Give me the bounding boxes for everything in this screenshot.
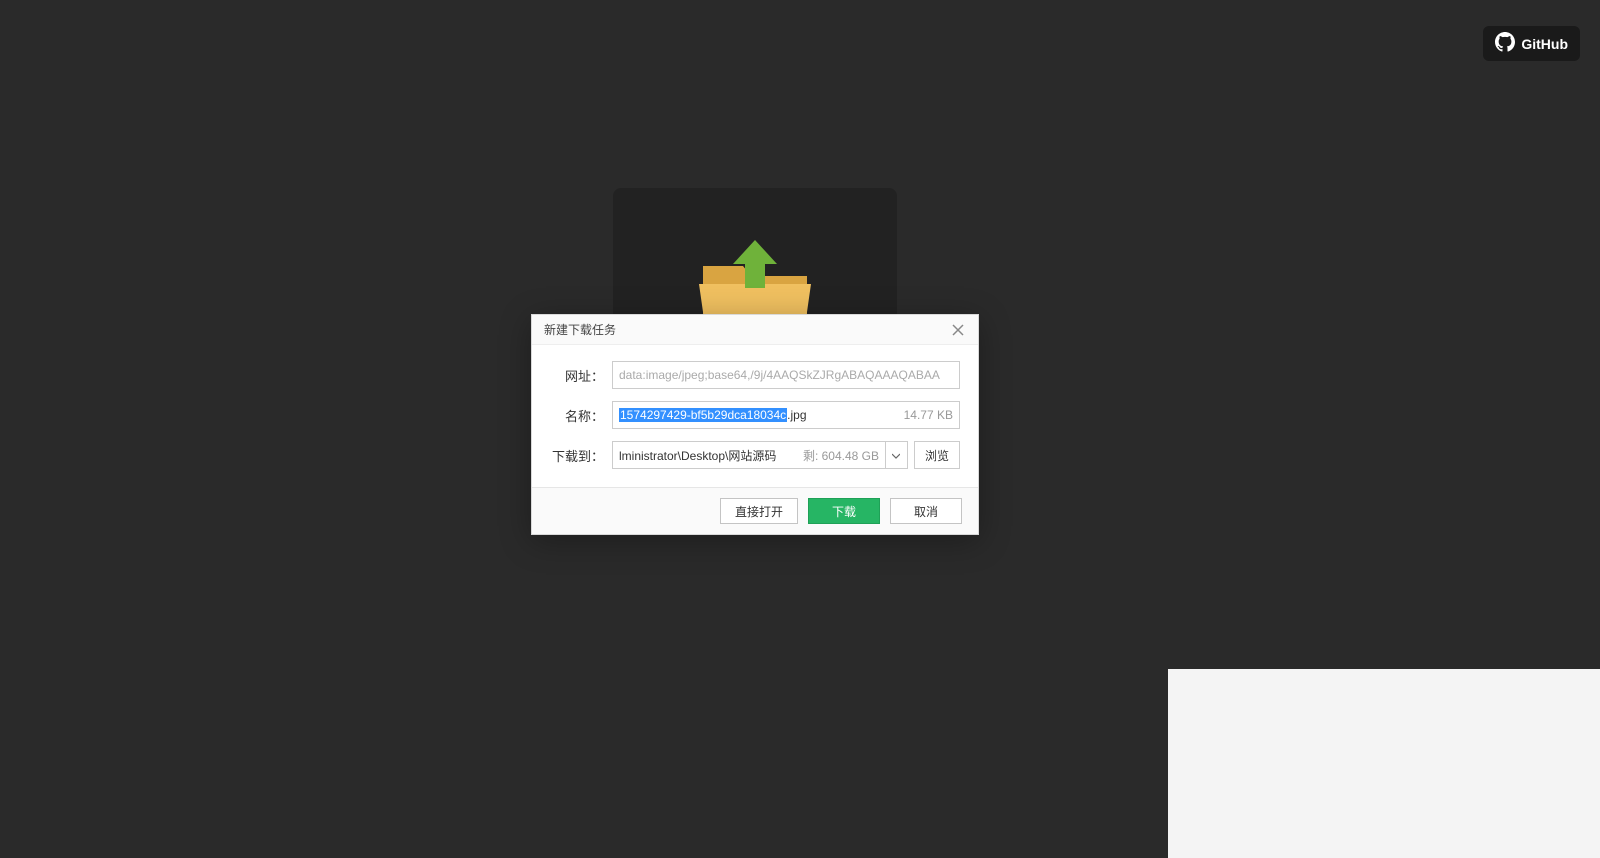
- file-size: 14.77 KB: [904, 408, 953, 422]
- chevron-down-icon: [892, 448, 900, 463]
- cancel-label: 取消: [914, 503, 938, 520]
- download-label: 下载: [832, 503, 856, 520]
- dest-free: 剩: 604.48 GB: [803, 447, 879, 464]
- github-icon: [1495, 32, 1515, 55]
- name-label: 名称：: [550, 406, 604, 425]
- name-ext: .jpg: [787, 408, 806, 422]
- name-selected: 1574297429-bf5b29dca18034c: [619, 408, 787, 422]
- open-direct-button[interactable]: 直接打开: [720, 498, 798, 524]
- github-label: GitHub: [1521, 36, 1568, 52]
- browse-button[interactable]: 浏览: [914, 441, 960, 469]
- dialog-body: 网址： data:image/jpeg;base64,/9j/4AAQSkZJR…: [532, 345, 978, 487]
- url-field[interactable]: data:image/jpeg;base64,/9j/4AAQSkZJRgABA…: [612, 361, 960, 389]
- name-value: 1574297429-bf5b29dca18034c.jpg: [619, 408, 898, 422]
- open-direct-label: 直接打开: [735, 503, 783, 520]
- dest-path: lministrator\Desktop\网站源码: [619, 447, 797, 464]
- github-badge[interactable]: GitHub: [1483, 26, 1580, 61]
- download-dialog: 新建下载任务 网址： data:image/jpeg;base64,/9j/4A…: [531, 314, 979, 535]
- browse-label: 浏览: [925, 447, 949, 464]
- bottom-right-panel: [1168, 669, 1600, 858]
- dest-label: 下载到：: [550, 446, 604, 465]
- url-value: data:image/jpeg;base64,/9j/4AAQSkZJRgABA…: [619, 368, 940, 382]
- close-icon[interactable]: [950, 322, 966, 338]
- dest-dropdown-button[interactable]: [886, 441, 908, 469]
- cancel-button[interactable]: 取消: [890, 498, 962, 524]
- url-label: 网址：: [550, 366, 604, 385]
- dest-field[interactable]: lministrator\Desktop\网站源码 剩: 604.48 GB: [612, 441, 886, 469]
- row-dest: 下载到： lministrator\Desktop\网站源码 剩: 604.48…: [550, 441, 960, 469]
- dialog-title: 新建下载任务: [544, 321, 616, 338]
- dialog-header: 新建下载任务: [532, 315, 978, 345]
- name-field[interactable]: 1574297429-bf5b29dca18034c.jpg 14.77 KB: [612, 401, 960, 429]
- dialog-footer: 直接打开 下载 取消: [532, 487, 978, 534]
- row-name: 名称： 1574297429-bf5b29dca18034c.jpg 14.77…: [550, 401, 960, 429]
- download-button[interactable]: 下载: [808, 498, 880, 524]
- row-url: 网址： data:image/jpeg;base64,/9j/4AAQSkZJR…: [550, 361, 960, 389]
